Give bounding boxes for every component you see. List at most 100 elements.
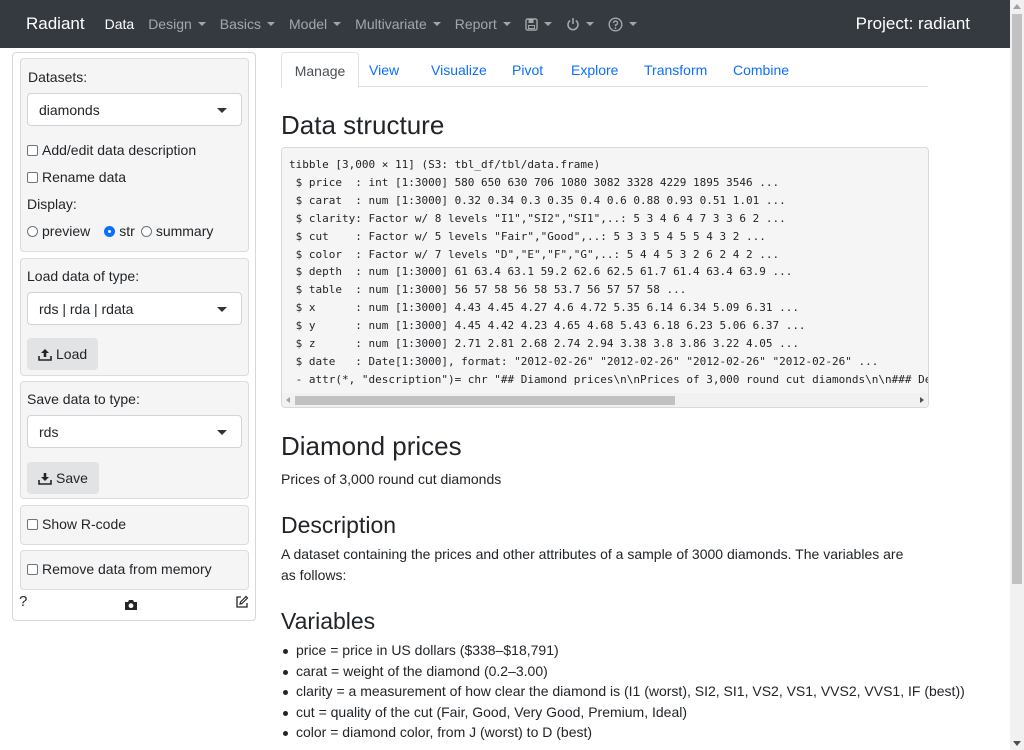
caret-down-icon (267, 22, 276, 26)
nav-design[interactable]: Design (148, 16, 206, 32)
upload-icon (38, 348, 52, 361)
list-item: price = price in US dollars ($338–$18,79… (283, 642, 965, 663)
nav-model-label: Model (289, 16, 328, 32)
radio-summary[interactable]: summary (140, 223, 214, 239)
page-scrollbar[interactable] (1010, 0, 1024, 750)
camera-icon[interactable] (124, 599, 138, 611)
caret-down-icon (628, 22, 637, 26)
nav-multivariate-label: Multivariate (355, 16, 427, 32)
dataset-select[interactable]: diamonds (27, 93, 242, 126)
scroll-left-icon[interactable] (286, 397, 290, 403)
list-item: carat = weight of the diamond (0.2–3.00) (283, 663, 965, 684)
nav-save-menu[interactable] (525, 17, 552, 31)
dropdown-arrow-icon (217, 307, 227, 312)
save-panel: Save data to type: rds Save (20, 381, 249, 499)
nav-design-label: Design (148, 16, 192, 32)
top-navbar: Radiant Data Design Basics Model Multiva… (0, 0, 1010, 48)
checkbox-box[interactable] (27, 144, 38, 156)
dataset-subtitle: Prices of 3,000 round cut diamonds (281, 471, 502, 487)
tab-explore[interactable]: Explore (571, 52, 618, 87)
load-type-select[interactable]: rds | rda | rdata (27, 292, 242, 325)
nav-help-menu[interactable] (608, 16, 637, 32)
brand-title[interactable]: Radiant (26, 14, 85, 34)
tab-view[interactable]: View (369, 52, 399, 87)
scroll-down-icon[interactable] (1013, 741, 1021, 746)
save-type-label: Save data to type: (27, 391, 140, 407)
variables-list: price = price in US dollars ($338–$18,79… (281, 642, 965, 745)
save-button-label: Save (56, 470, 88, 486)
show-rcode-checkbox[interactable]: Show R-code (27, 516, 126, 532)
help-icon[interactable]: ? (19, 593, 27, 610)
scrollbar-thumb[interactable] (1012, 14, 1022, 584)
save-button[interactable]: Save (27, 462, 99, 494)
caret-down-icon (197, 22, 206, 26)
rename-data-label: Rename data (42, 169, 127, 185)
horizontal-scrollbar[interactable] (282, 393, 928, 407)
caret-down-icon (333, 22, 342, 26)
checkbox-box[interactable] (27, 563, 38, 575)
radio-preview-label: preview (42, 223, 91, 239)
scroll-up-icon[interactable] (1013, 4, 1021, 9)
nav-power-menu[interactable] (566, 17, 594, 31)
tab-visualize[interactable]: Visualize (431, 52, 487, 87)
radio-circle-selected[interactable] (104, 225, 116, 237)
list-item: clarity = a measurement of how clear the… (283, 683, 965, 704)
save-type-value: rds (39, 424, 59, 440)
radio-str-label: str (119, 223, 135, 239)
scrollbar-thumb[interactable] (295, 396, 675, 405)
scroll-right-icon[interactable] (920, 397, 924, 403)
save-icon (525, 17, 538, 31)
save-type-select[interactable]: rds (27, 415, 242, 448)
nav-basics[interactable]: Basics (219, 16, 276, 32)
display-radio-group: preview str summary (27, 223, 219, 239)
description-heading: Description (281, 512, 397, 538)
load-button-label: Load (56, 346, 88, 362)
sidebar: Datasets: diamonds Add/edit data descrip… (12, 52, 256, 621)
datasets-label: Datasets: (28, 69, 88, 85)
caret-down-icon (432, 22, 441, 26)
tab-combine[interactable]: Combine (733, 52, 789, 87)
nav-report[interactable]: Report (455, 16, 511, 32)
project-name: Project: radiant (855, 14, 970, 33)
variables-heading: Variables (281, 608, 376, 634)
rcode-panel: Show R-code (20, 505, 249, 545)
add-description-checkbox[interactable]: Add/edit data description (27, 142, 196, 158)
radio-circle[interactable] (27, 225, 38, 237)
list-item: cut = quality of the cut (Fair, Good, Ve… (283, 704, 965, 725)
nav-report-label: Report (454, 16, 497, 32)
radio-circle[interactable] (140, 225, 152, 237)
power-icon (567, 18, 579, 31)
checkbox-box[interactable] (27, 171, 38, 183)
remove-panel: Remove data from memory (20, 550, 249, 590)
add-description-label: Add/edit data description (42, 142, 197, 158)
help-icon (608, 16, 623, 32)
nav-model[interactable]: Model (289, 16, 342, 32)
nav-multivariate[interactable]: Multivariate (355, 16, 441, 32)
edit-icon[interactable] (235, 595, 249, 609)
load-panel: Load data of type: rds | rda | rdata Loa… (20, 258, 249, 376)
caret-down-icon (585, 22, 594, 26)
rename-data-checkbox[interactable]: Rename data (27, 169, 126, 185)
radio-summary-label: summary (155, 223, 214, 239)
data-structure-output[interactable]: tibble [3,000 × 11] (S3: tbl_df/tbl/data… (281, 147, 929, 408)
datasets-panel: Datasets: diamonds Add/edit data descrip… (20, 58, 249, 252)
dropdown-arrow-icon (217, 430, 227, 435)
nav-basics-label: Basics (219, 16, 262, 32)
checkbox-box[interactable] (27, 518, 38, 530)
load-button[interactable]: Load (27, 338, 99, 370)
radio-preview[interactable]: preview (27, 223, 90, 239)
show-rcode-label: Show R-code (42, 516, 127, 532)
list-item: color = diamond color, from J (worst) to… (283, 724, 965, 745)
radio-str[interactable]: str (104, 223, 135, 239)
remove-data-label: Remove data from memory (42, 561, 212, 577)
caret-down-icon (502, 22, 511, 26)
tab-manage[interactable]: Manage (281, 52, 359, 88)
nav-data-label: Data (104, 16, 135, 32)
nav-data[interactable]: Data (105, 16, 135, 32)
tab-transform[interactable]: Transform (644, 52, 707, 87)
data-structure-heading: Data structure (281, 110, 445, 140)
remove-data-checkbox[interactable]: Remove data from memory (27, 561, 212, 577)
tab-pivot[interactable]: Pivot (512, 52, 543, 87)
description-text: A dataset containing the prices and othe… (281, 546, 904, 583)
caret-down-icon (543, 22, 552, 26)
